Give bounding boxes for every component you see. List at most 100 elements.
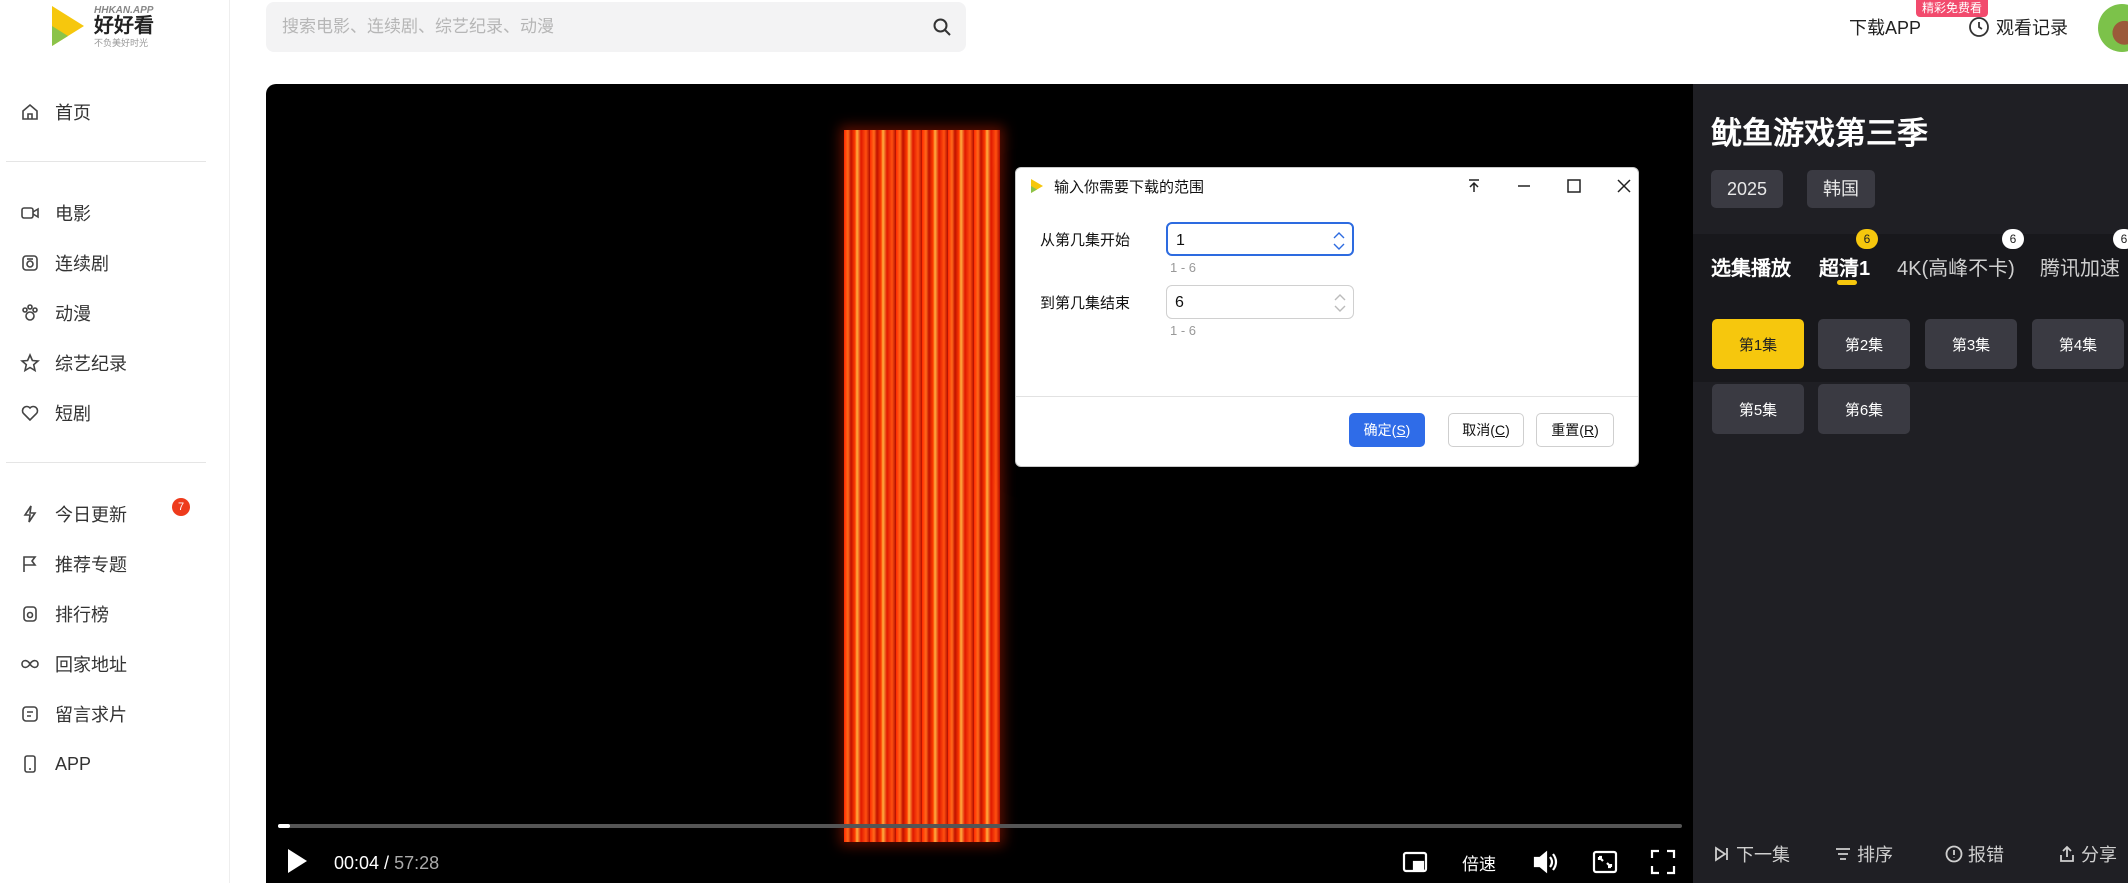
- spin-arrows[interactable]: [1332, 230, 1346, 252]
- minimize-button[interactable]: [1513, 175, 1535, 197]
- progress-bar[interactable]: [278, 824, 1682, 828]
- sidebar-item-app[interactable]: APP: [0, 739, 230, 789]
- episode-button[interactable]: 第5集: [1712, 384, 1804, 434]
- maximize-button[interactable]: [1563, 175, 1585, 197]
- spin-arrows[interactable]: [1333, 292, 1347, 314]
- sidebar-item-label: 留言求片: [55, 705, 127, 725]
- sidebar-divider: [6, 161, 206, 162]
- sidebar-item-label: 今日更新: [55, 505, 127, 525]
- flag-icon: [23, 556, 37, 572]
- year-tag[interactable]: 2025: [1711, 170, 1784, 208]
- sidebar-item-label: 排行榜: [55, 605, 109, 625]
- report-button[interactable]: 报错: [1945, 841, 2004, 867]
- sidebar-item-home-address[interactable]: 回家地址: [0, 639, 230, 689]
- sort-button[interactable]: 排序: [1834, 841, 1893, 867]
- sidebar-item-anime[interactable]: 动漫: [0, 288, 230, 338]
- show-title: 鱿鱼游戏第三季: [1711, 116, 1928, 151]
- search-input[interactable]: [282, 2, 882, 52]
- episode-button[interactable]: 第6集: [1818, 384, 1910, 434]
- sidebar-item-label: 电影: [55, 204, 91, 224]
- report-label: 报错: [1968, 845, 2004, 865]
- star-icon: [20, 353, 40, 373]
- pin-button[interactable]: [1463, 175, 1485, 197]
- sidebar-item-movies[interactable]: 电影: [0, 188, 230, 238]
- phone-icon: [24, 755, 36, 773]
- nav-extras: 今日更新 7 推荐专题 排行榜 回家地址 留言求片 APP: [0, 489, 230, 789]
- sidebar-item-label: 首页: [55, 103, 91, 123]
- sidebar-item-ranking[interactable]: 排行榜: [0, 589, 230, 639]
- sidebar-item-label: 综艺纪录: [55, 354, 127, 374]
- spin-arrows-icon: [1334, 294, 1346, 312]
- watch-history-link[interactable]: 观看记录: [1968, 14, 2068, 40]
- heart-icon: [21, 405, 39, 422]
- episode-button[interactable]: 第1集: [1712, 319, 1804, 369]
- source-3-count: 6: [2113, 229, 2128, 249]
- next-icon: [1715, 846, 1728, 862]
- dialog-divider: [1016, 396, 1638, 397]
- close-button[interactable]: [1613, 175, 1635, 197]
- confirm-shortcut: S: [1396, 422, 1406, 438]
- share-icon: [2060, 845, 2074, 862]
- search-bar: [266, 2, 966, 52]
- sidebar-item-variety[interactable]: 综艺纪录: [0, 338, 230, 388]
- episode-panel: 鱿鱼游戏第三季 2025 韩国 选集播放 超清1 6 4K(高峰不卡) 6 腾讯…: [1693, 84, 2128, 883]
- sidebar-divider: [6, 462, 206, 463]
- pip-button[interactable]: [1402, 848, 1428, 876]
- sidebar-item-label: 回家地址: [55, 655, 127, 675]
- clock-icon: [1969, 17, 1989, 37]
- sidebar-item-today-updates[interactable]: 今日更新 7: [0, 489, 230, 539]
- web-fullscreen-button[interactable]: [1592, 848, 1618, 876]
- fullscreen-icon: [1650, 849, 1676, 875]
- logo-name: 好好看: [93, 13, 154, 37]
- source-1-count: 6: [1856, 229, 1878, 249]
- ranking-icon: [23, 606, 37, 622]
- cancel-shortcut: C: [1494, 422, 1506, 438]
- sidebar-item-short-drama[interactable]: 短剧: [0, 388, 230, 438]
- picture-in-picture-icon: [1402, 851, 1428, 873]
- site-logo[interactable]: HHKAN.APP 好好看 不负美好时光: [48, 2, 168, 54]
- speed-button[interactable]: 倍速: [1462, 848, 1496, 876]
- tab-source-3[interactable]: 腾讯加速: [2040, 252, 2120, 281]
- confirm-button[interactable]: 确定(S): [1349, 413, 1425, 447]
- avatar[interactable]: [2098, 4, 2128, 52]
- volume-button[interactable]: [1532, 848, 1558, 876]
- close-icon: [1617, 179, 1631, 193]
- cancel-label: 取消(: [1462, 422, 1495, 438]
- current-time: 00:04: [334, 853, 380, 873]
- watch-history-label: 观看记录: [1996, 18, 2068, 38]
- episode-button[interactable]: 第4集: [2032, 319, 2124, 369]
- tab-source-1[interactable]: 超清1: [1819, 252, 1870, 281]
- search-icon[interactable]: [932, 17, 952, 37]
- sort-icon: [1836, 848, 1850, 860]
- video-frame: [844, 130, 1000, 842]
- paren: ): [1405, 422, 1411, 438]
- reset-shortcut: R: [1583, 422, 1595, 438]
- logo-play-icon: HHKAN.APP 好好看 不负美好时光: [52, 5, 154, 49]
- duration: 57:28: [394, 853, 440, 873]
- play-icon[interactable]: [286, 848, 308, 874]
- sidebar-item-request[interactable]: 留言求片: [0, 689, 230, 739]
- sidebar: HHKAN.APP 好好看 不负美好时光 首页 电影 连续剧 动漫 综艺纪录 短…: [0, 0, 230, 883]
- sidebar-item-topics[interactable]: 推荐专题: [0, 539, 230, 589]
- nav-categories: 电影 连续剧 动漫 综艺纪录 短剧: [0, 188, 230, 438]
- next-episode-button[interactable]: 下一集: [1713, 841, 1790, 867]
- sidebar-item-home[interactable]: 首页: [0, 87, 230, 137]
- confirm-label: 确定(: [1363, 422, 1397, 438]
- end-episode-hint: 1 - 6: [1170, 323, 1197, 338]
- time-display: 00:04 / 57:28: [334, 853, 439, 874]
- nav-home-group: 首页: [0, 87, 230, 137]
- cancel-button[interactable]: 取消(C): [1448, 413, 1524, 447]
- region-tag[interactable]: 韩国: [1807, 170, 1875, 208]
- start-episode-hint: 1 - 6: [1170, 260, 1197, 275]
- share-button[interactable]: 分享: [2058, 841, 2117, 867]
- end-episode-input[interactable]: [1175, 291, 1325, 315]
- tab-source-2[interactable]: 4K(高峰不卡): [1897, 252, 2015, 281]
- episode-button[interactable]: 第2集: [1818, 319, 1910, 369]
- download-app-link[interactable]: 下载APP: [1849, 14, 1921, 40]
- reset-button[interactable]: 重置(R): [1536, 413, 1614, 447]
- start-episode-input[interactable]: [1176, 229, 1326, 253]
- fullscreen-button[interactable]: [1650, 848, 1676, 876]
- episode-button[interactable]: 第3集: [1925, 319, 2017, 369]
- sidebar-item-series[interactable]: 连续剧: [0, 238, 230, 288]
- next-episode-label: 下一集: [1736, 845, 1790, 865]
